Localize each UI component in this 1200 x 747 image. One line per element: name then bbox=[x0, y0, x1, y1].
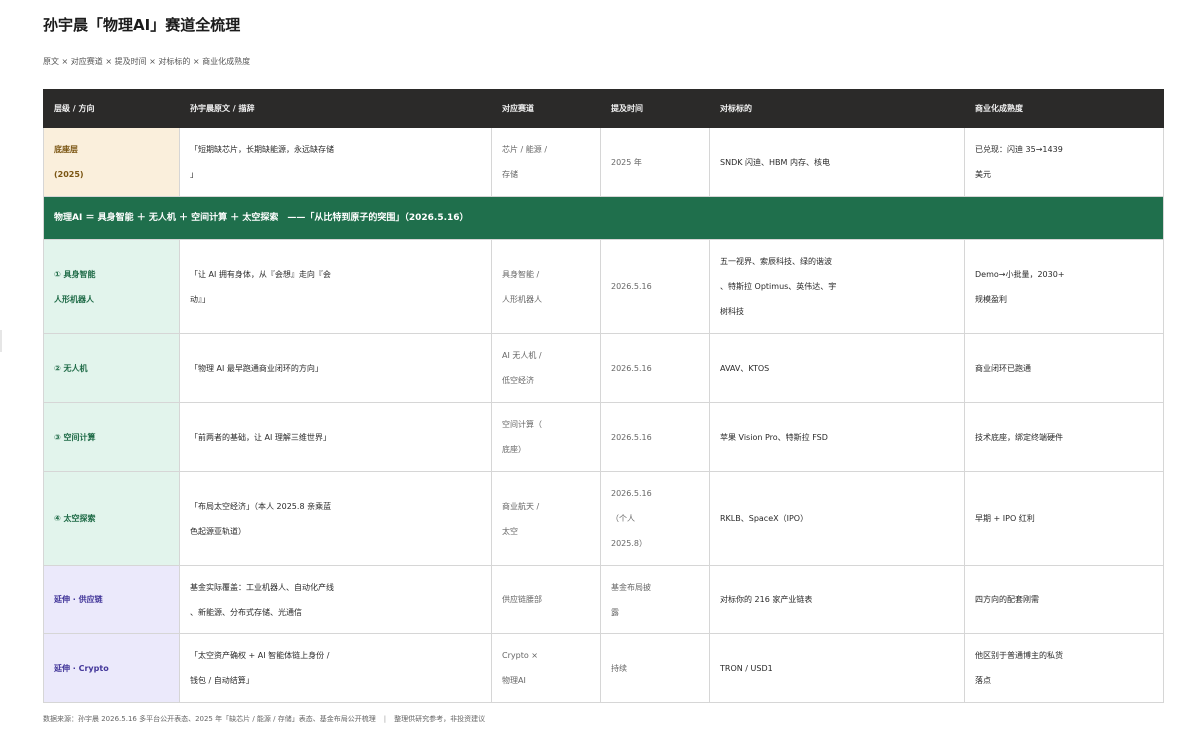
level-cell: ① 具身智能 人形机器人 bbox=[43, 239, 180, 334]
date-cell: 2026.5.16 bbox=[600, 333, 710, 403]
quote-cell: 「前两者的基础，让 AI 理解三维世界」 bbox=[179, 402, 492, 472]
race-track-table: 层级 / 方向 孙宇晨原文 / 描辞 对应赛道 提及时间 对标标的 商业化成熟度… bbox=[43, 89, 1164, 703]
physical-ai-banner: 物理AI ＝ 具身智能 ＋ 无人机 ＋ 空间计算 ＋ 太空探索 ——「从比特到原… bbox=[43, 196, 1164, 240]
table-row: ② 无人机 「物理 AI 最早跑通商业闭环的方向」 AI 无人机 / 低空经济 … bbox=[43, 333, 1164, 403]
level-cell: ② 无人机 bbox=[43, 333, 180, 403]
header-targets: 对标标的 bbox=[709, 89, 965, 128]
table-row: ① 具身智能 人形机器人 「让 AI 拥有身体，从『会想』走向『会 动』」 具身… bbox=[43, 239, 1164, 334]
date-cell: 2026.5.16 （个人 2025.8） bbox=[600, 471, 710, 566]
level-cell: ④ 太空探索 bbox=[43, 471, 180, 566]
physical-ai-banner-row: 物理AI ＝ 具身智能 ＋ 无人机 ＋ 空间计算 ＋ 太空探索 ——「从比特到原… bbox=[43, 196, 1164, 240]
header-maturity: 商业化成熟度 bbox=[964, 89, 1164, 128]
header-date: 提及时间 bbox=[600, 89, 710, 128]
date-cell: 持续 bbox=[600, 633, 710, 703]
level-cell: 延伸 · 供应链 bbox=[43, 565, 180, 634]
level-cell: 底座层 (2025) bbox=[43, 127, 180, 197]
quote-cell: 「布局太空经济」（本人 2025.8 亲乘蓝 色起源亚轨道） bbox=[179, 471, 492, 566]
quote-cell: 「太空资产确权 + AI 智能体链上身份 / 钱包 / 自动结算」 bbox=[179, 633, 492, 703]
maturity-cell: Demo→小批量，2030+ 规模盈利 bbox=[964, 239, 1164, 334]
page-title: 孙宇晨「物理AI」赛道全梳理 bbox=[43, 16, 241, 34]
quote-cell: 「让 AI 拥有身体，从『会想』走向『会 动』」 bbox=[179, 239, 492, 334]
targets-cell: SNDK 闪迪、HBM 内存、核电 bbox=[709, 127, 965, 197]
header-quote: 孙宇晨原文 / 描辞 bbox=[179, 89, 492, 128]
targets-cell: 五一视界、索辰科技、绿的谐波 、特斯拉 Optimus、英伟达、宇 树科技 bbox=[709, 239, 965, 334]
footer-disclaimer: 整理供研究参考，非投资建议 bbox=[394, 715, 486, 723]
level-cell: 延伸 · Crypto bbox=[43, 633, 180, 703]
targets-cell: RKLB、SpaceX（IPO） bbox=[709, 471, 965, 566]
footer-source: 数据来源：孙宇晨 2026.5.16 多平台公开表态、2025 年「缺芯片 / … bbox=[43, 715, 376, 723]
level-cell: ③ 空间计算 bbox=[43, 402, 180, 472]
targets-cell: AVAV、KTOS bbox=[709, 333, 965, 403]
maturity-cell: 他区别于普通博主的私货 落点 bbox=[964, 633, 1164, 703]
table-row-extension: 延伸 · 供应链 基金实际覆盖：工业机器人、自动化产线 、新能源、分布式存储、光… bbox=[43, 565, 1164, 634]
quote-cell: 基金实际覆盖：工业机器人、自动化产线 、新能源、分布式存储、光通信 bbox=[179, 565, 492, 634]
page-subtitle: 原文 × 对应赛道 × 提及时间 × 对标标的 × 商业化成熟度 bbox=[43, 57, 251, 66]
date-cell: 2025 年 bbox=[600, 127, 710, 197]
track-cell: 具身智能 / 人形机器人 bbox=[491, 239, 601, 334]
maturity-cell: 四方向的配套刚需 bbox=[964, 565, 1164, 634]
targets-cell: TRON / USD1 bbox=[709, 633, 965, 703]
table-row: ④ 太空探索 「布局太空经济」（本人 2025.8 亲乘蓝 色起源亚轨道） 商业… bbox=[43, 471, 1164, 566]
targets-cell: 苹果 Vision Pro、特斯拉 FSD bbox=[709, 402, 965, 472]
header-level: 层级 / 方向 bbox=[43, 89, 180, 128]
maturity-cell: 已兑现：闪迪 35→1439 美元 bbox=[964, 127, 1164, 197]
track-cell: 芯片 / 能源 / 存储 bbox=[491, 127, 601, 197]
footer-note: 数据来源：孙宇晨 2026.5.16 多平台公开表态、2025 年「缺芯片 / … bbox=[43, 714, 485, 724]
targets-cell: 对标你的 216 家产业链表 bbox=[709, 565, 965, 634]
track-cell: 空间计算（ 底座） bbox=[491, 402, 601, 472]
footer-separator: | bbox=[383, 715, 387, 723]
track-cell: AI 无人机 / 低空经济 bbox=[491, 333, 601, 403]
table-row-base-layer: 底座层 (2025) 「短期缺芯片，长期缺能源，永远缺存储 」 芯片 / 能源 … bbox=[43, 127, 1164, 197]
date-cell: 2026.5.16 bbox=[600, 402, 710, 472]
track-cell: 供应链腰部 bbox=[491, 565, 601, 634]
edge-marker bbox=[0, 330, 2, 352]
quote-cell: 「物理 AI 最早跑通商业闭环的方向」 bbox=[179, 333, 492, 403]
date-cell: 基金布局披 露 bbox=[600, 565, 710, 634]
track-cell: Crypto × 物理AI bbox=[491, 633, 601, 703]
table-row-extension: 延伸 · Crypto 「太空资产确权 + AI 智能体链上身份 / 钱包 / … bbox=[43, 633, 1164, 703]
date-cell: 2026.5.16 bbox=[600, 239, 710, 334]
header-track: 对应赛道 bbox=[491, 89, 601, 128]
maturity-cell: 技术底座，绑定终端硬件 bbox=[964, 402, 1164, 472]
maturity-cell: 早期 + IPO 红利 bbox=[964, 471, 1164, 566]
maturity-cell: 商业闭环已跑通 bbox=[964, 333, 1164, 403]
quote-cell: 「短期缺芯片，长期缺能源，永远缺存储 」 bbox=[179, 127, 492, 197]
table-header-row: 层级 / 方向 孙宇晨原文 / 描辞 对应赛道 提及时间 对标标的 商业化成熟度 bbox=[43, 89, 1164, 128]
table-row: ③ 空间计算 「前两者的基础，让 AI 理解三维世界」 空间计算（ 底座） 20… bbox=[43, 402, 1164, 472]
track-cell: 商业航天 / 太空 bbox=[491, 471, 601, 566]
